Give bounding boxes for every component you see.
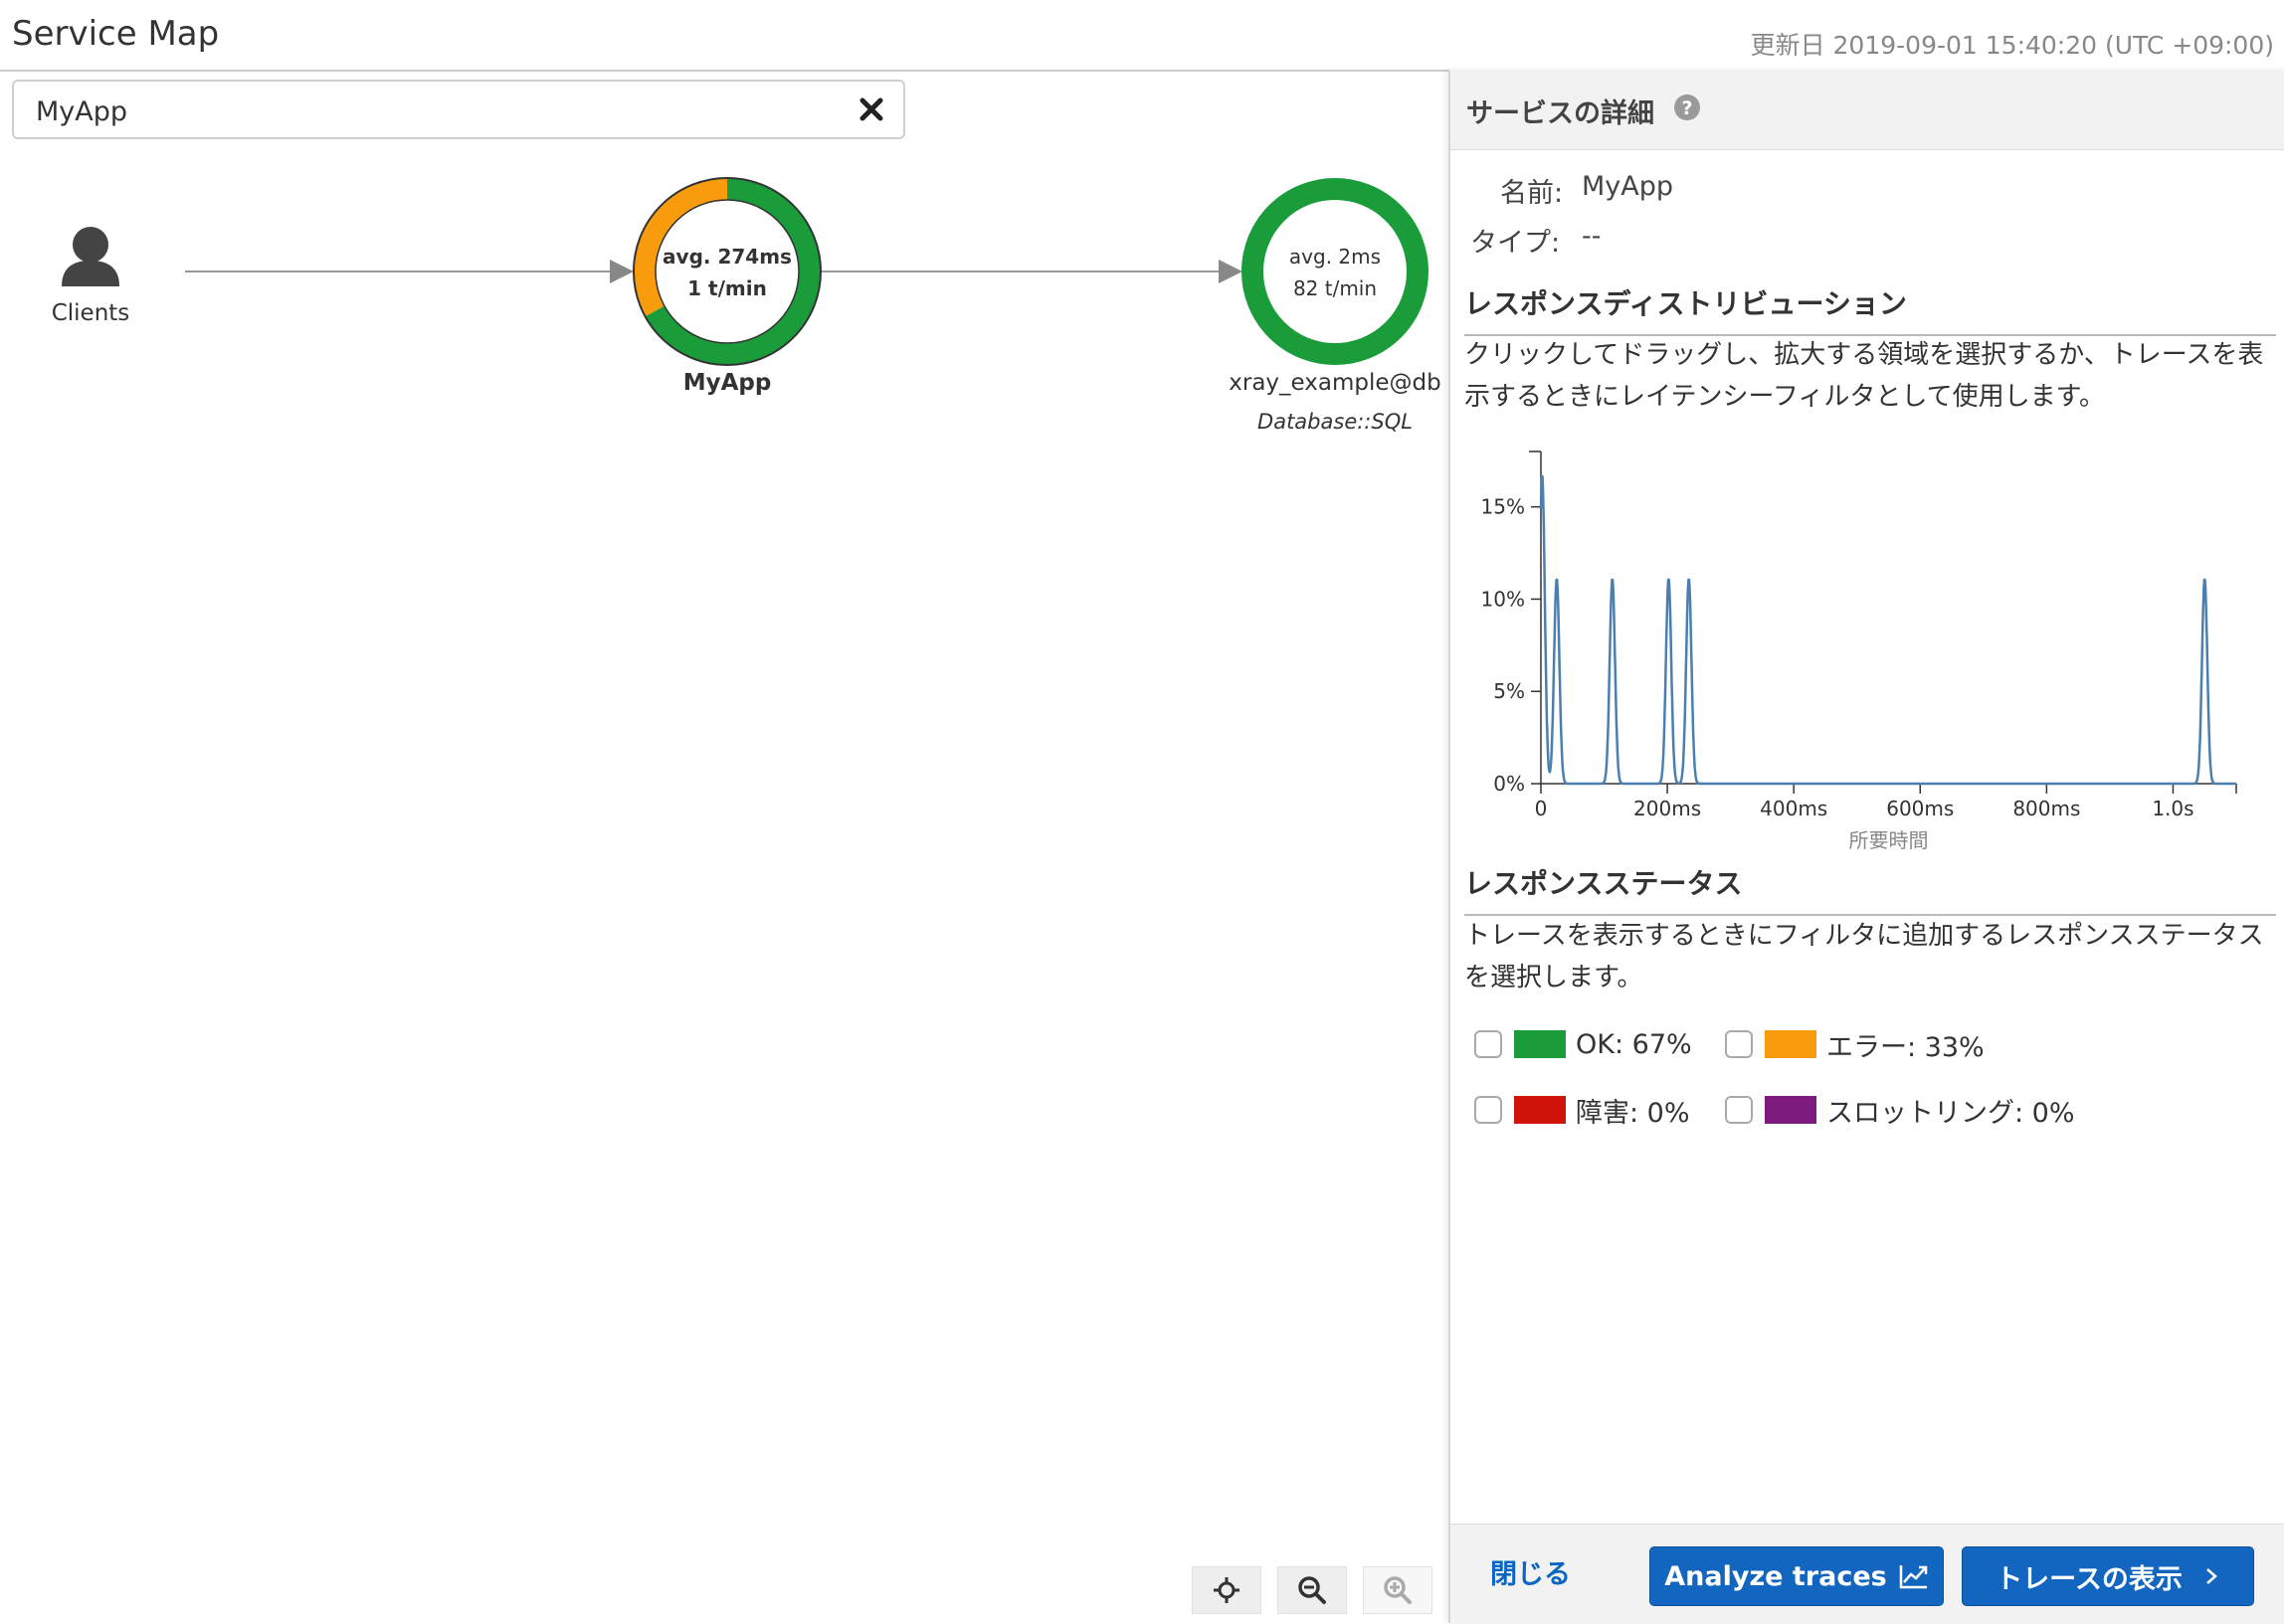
- status-fault-swatch: [1514, 1096, 1566, 1124]
- response-distribution-chart[interactable]: 0% 5% 10% 15% 0 200ms 400ms 600ms 800ms 1.0s 所要時間: [1448, 438, 2264, 855]
- page-title: Service Map: [12, 14, 220, 54]
- y-tick-label: 15%: [1481, 495, 1525, 519]
- x-tick-label: 200ms: [1633, 797, 1701, 820]
- status-throttle-checkbox[interactable]: [1725, 1096, 1753, 1124]
- y-tick-label: 5%: [1493, 679, 1525, 703]
- y-tick-label: 10%: [1481, 587, 1525, 611]
- status-fault[interactable]: 障害: 0%: [1474, 1090, 1690, 1130]
- status-error-label: エラー: 33%: [1826, 1031, 1985, 1063]
- view-traces-button[interactable]: トレースの表示: [1962, 1546, 2254, 1606]
- response-status-desc: トレースを表示するときにフィルタに追加するレスポンスステータスを選択します。: [1464, 921, 2264, 992]
- zoom-in-icon: [1384, 1576, 1412, 1604]
- status-throttle-label: スロットリング: 0%: [1826, 1097, 2075, 1129]
- zoom-out-icon: [1298, 1576, 1326, 1604]
- response-distribution-desc: クリックしてドラッグし、拡大する領域を選択するか、トレースを表示するときにレイテ…: [1464, 340, 2264, 412]
- db-avg: avg. 2ms: [1288, 245, 1382, 269]
- close-icon[interactable]: [857, 95, 885, 123]
- line-chart-icon: [1899, 1565, 1927, 1589]
- close-link[interactable]: 閉じる: [1490, 1552, 1571, 1591]
- search-box: [12, 80, 905, 139]
- recenter-button[interactable]: [1192, 1566, 1261, 1614]
- user-icon[interactable]: [62, 227, 119, 286]
- panel-header: サービスの詳細 ?: [1450, 70, 2284, 150]
- type-key: タイプ:: [1470, 228, 1561, 259]
- x-tick-label: 1.0s: [2152, 797, 2193, 820]
- myapp-avg: avg. 274ms: [663, 245, 792, 269]
- x-tick-label: 400ms: [1760, 797, 1827, 820]
- myapp-stats: avg. 274ms 1 t/min: [648, 241, 807, 304]
- db-stats: avg. 2ms 82 t/min: [1255, 241, 1415, 304]
- db-type: Database::SQL: [1257, 410, 1413, 434]
- service-map[interactable]: Clients avg. 274ms 1 t/min MyApp avg. 2m…: [0, 149, 1447, 1623]
- analyze-traces-button[interactable]: Analyze traces: [1649, 1546, 1944, 1606]
- updated-timestamp: 更新日 2019-09-01 15:40:20 (UTC +09:00): [1750, 31, 2274, 60]
- y-tick-label: 0%: [1493, 772, 1525, 796]
- status-error-checkbox[interactable]: [1725, 1030, 1753, 1058]
- zoom-out-button[interactable]: [1277, 1566, 1347, 1614]
- status-throttle-swatch: [1765, 1096, 1816, 1124]
- x-tick-label: 0: [1535, 797, 1548, 820]
- search-input[interactable]: [34, 91, 834, 131]
- status-ok-label: OK: 67%: [1576, 1028, 1692, 1060]
- page-header: Service Map 更新日 2019-09-01 15:40:20 (UTC…: [0, 0, 2284, 72]
- name-value: MyApp: [1582, 171, 1674, 202]
- panel-footer: 閉じる Analyze traces トレースの表示: [1450, 1524, 2284, 1624]
- svg-text:?: ?: [1681, 97, 1692, 119]
- response-distribution-title: レスポンスディストリビューション: [1464, 287, 1907, 320]
- status-throttle[interactable]: スロットリング: 0%: [1725, 1090, 2075, 1130]
- name-key: 名前:: [1500, 178, 1564, 209]
- panel-title: サービスの詳細: [1466, 98, 1654, 129]
- x-tick-label: 800ms: [2012, 797, 2080, 820]
- db-rate: 82 t/min: [1292, 276, 1378, 300]
- status-ok-checkbox[interactable]: [1474, 1030, 1502, 1058]
- response-status-title: レスポンスステータス: [1464, 867, 1743, 900]
- clients-label: Clients: [51, 300, 130, 326]
- help-icon[interactable]: ?: [1673, 93, 1701, 121]
- chevron-right-icon: [2206, 1568, 2217, 1584]
- status-error-swatch: [1765, 1030, 1816, 1058]
- status-fault-checkbox[interactable]: [1474, 1096, 1502, 1124]
- type-value: --: [1582, 221, 1602, 252]
- status-error[interactable]: エラー: 33%: [1725, 1024, 1985, 1064]
- myapp-rate: 1 t/min: [687, 276, 767, 300]
- x-tick-label: 600ms: [1886, 797, 1954, 820]
- crosshair-icon: [1214, 1577, 1239, 1603]
- myapp-name: MyApp: [682, 370, 772, 396]
- status-ok-swatch: [1514, 1030, 1566, 1058]
- analyze-traces-label: Analyze traces: [1664, 1560, 1887, 1592]
- series-line: [1539, 474, 2236, 786]
- status-fault-label: 障害: 0%: [1576, 1097, 1690, 1129]
- status-ok[interactable]: OK: 67%: [1474, 1024, 1692, 1064]
- db-name: xray_example@db: [1229, 370, 1441, 396]
- zoom-in-button[interactable]: [1363, 1566, 1432, 1614]
- view-traces-label: トレースの表示: [1996, 1563, 2183, 1595]
- x-axis-label: 所要時間: [1849, 828, 1929, 852]
